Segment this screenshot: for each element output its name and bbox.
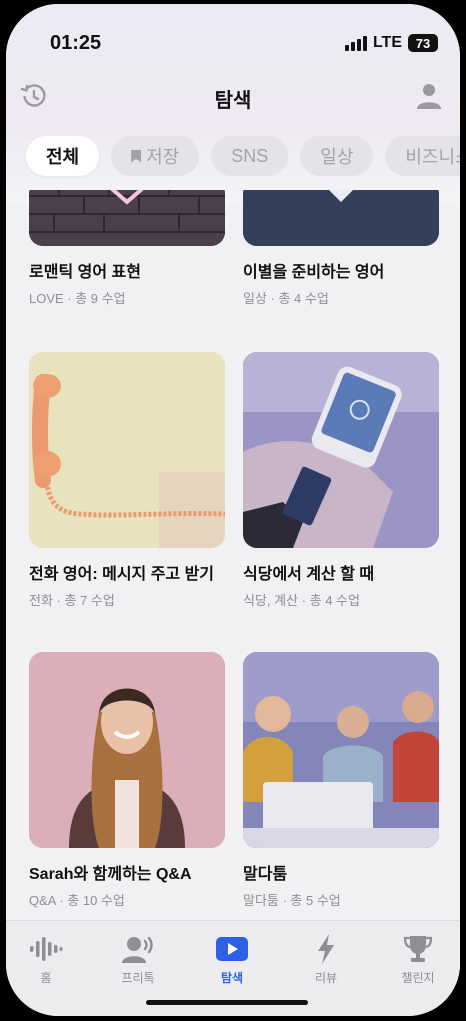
course-meta: 말다툼 · 총 5 수업 <box>243 893 341 908</box>
course-meta: 일상 · 총 4 수업 <box>243 291 329 306</box>
bookmark-icon <box>131 149 142 163</box>
tab-label: 탐색 <box>220 971 244 985</box>
course-meta: 전화 · 총 7 수업 <box>29 593 115 608</box>
network-label: LTE <box>372 34 402 51</box>
course-card[interactable]: 식당에서 계산 할 때 식당, 계산 · 총 4 수업 <box>243 352 439 609</box>
tab-label: 홈 <box>40 971 52 985</box>
battery-icon: 73 <box>408 34 438 52</box>
chip-label: SNS <box>231 145 269 166</box>
course-title: 식당에서 계산 할 때 <box>243 566 375 583</box>
page-title: 탐색 <box>214 90 252 112</box>
course-meta: LOVE · 총 9 수업 <box>29 291 126 306</box>
course-card[interactable]: Sarah와 함께하는 Q&A Q&A · 총 10 수업 <box>29 652 225 909</box>
chip-daily[interactable]: 일상 <box>300 136 374 176</box>
course-title: 로맨틱 영어 표현 <box>29 264 141 281</box>
speaking-person-icon <box>122 936 153 963</box>
brick-wall-image <box>29 190 225 246</box>
course-meta: Q&A · 총 10 수업 <box>29 893 125 908</box>
waveform-icon <box>30 937 63 961</box>
nav-header: 탐색 <box>6 80 460 114</box>
course-card[interactable]: 전화 영어: 메시지 주고 받기 전화 · 총 7 수업 <box>29 352 225 609</box>
tab-label: 리뷰 <box>314 971 338 985</box>
tab-challenge[interactable]: 챌린지 <box>378 933 458 986</box>
course-thumbnail <box>29 652 225 848</box>
course-grid: 로맨틱 영어 표현 LOVE · 총 9 수업 이별을 준비하는 영어 일상 ·… <box>6 190 460 920</box>
course-title: 전화 영어: 메시지 주고 받기 <box>29 566 215 583</box>
tab-review[interactable]: 리뷰 <box>286 933 366 986</box>
course-title: 이별을 준비하는 영어 <box>243 264 385 281</box>
course-meta: 식당, 계산 · 총 4 수업 <box>243 593 360 608</box>
status-bar: 01:25 LTE 73 <box>6 32 460 56</box>
argument-image <box>243 652 439 848</box>
telephone-image <box>29 352 225 548</box>
chip-business[interactable]: 비즈니스 <box>385 136 460 176</box>
chip-label: 일상 <box>320 147 354 167</box>
chip-saved[interactable]: 저장 <box>111 136 200 176</box>
course-title: 말다툼 <box>243 866 288 883</box>
chip-sns[interactable]: SNS <box>211 136 289 176</box>
tab-home[interactable]: 홈 <box>6 933 86 986</box>
profile-icon[interactable] <box>416 82 442 110</box>
tab-label: 챌린지 <box>401 971 435 985</box>
lightning-icon <box>318 934 334 964</box>
course-card[interactable]: 이별을 준비하는 영어 일상 · 총 4 수업 <box>243 190 439 307</box>
course-thumbnail <box>29 190 225 246</box>
chip-all[interactable]: 전체 <box>26 136 100 176</box>
tab-explore[interactable]: 탐색 <box>192 933 272 986</box>
chip-label: 저장 <box>146 147 180 167</box>
home-indicator[interactable] <box>146 1000 308 1005</box>
course-thumbnail <box>243 652 439 848</box>
chip-label: 전체 <box>46 147 80 167</box>
course-card[interactable]: 로맨틱 영어 표현 LOVE · 총 9 수업 <box>29 190 225 307</box>
course-thumbnail <box>29 352 225 548</box>
tab-freetalk[interactable]: 프리톡 <box>98 933 178 986</box>
play-icon <box>216 937 248 961</box>
status-indicators: LTE 73 <box>344 34 438 52</box>
category-chips: 전체 저장 SNS 일상 비즈니스 <box>26 136 460 178</box>
chip-label: 비즈니스 <box>405 147 460 167</box>
trophy-icon <box>404 936 432 962</box>
tab-label: 프리톡 <box>121 971 155 985</box>
signal-icon <box>344 35 367 51</box>
suit-image <box>243 190 439 246</box>
course-card[interactable]: 말다툼 말다툼 · 총 5 수업 <box>243 652 439 909</box>
course-title: Sarah와 함께하는 Q&A <box>29 866 192 883</box>
presenter-image <box>29 652 225 848</box>
card-payment-image <box>243 352 439 548</box>
phone-screen: 01:25 LTE 73 탐색 전체 저장 SNS 일상 비즈니스 <box>6 4 460 1016</box>
status-time: 01:25 <box>50 32 102 54</box>
course-thumbnail <box>243 352 439 548</box>
course-thumbnail <box>243 190 439 246</box>
